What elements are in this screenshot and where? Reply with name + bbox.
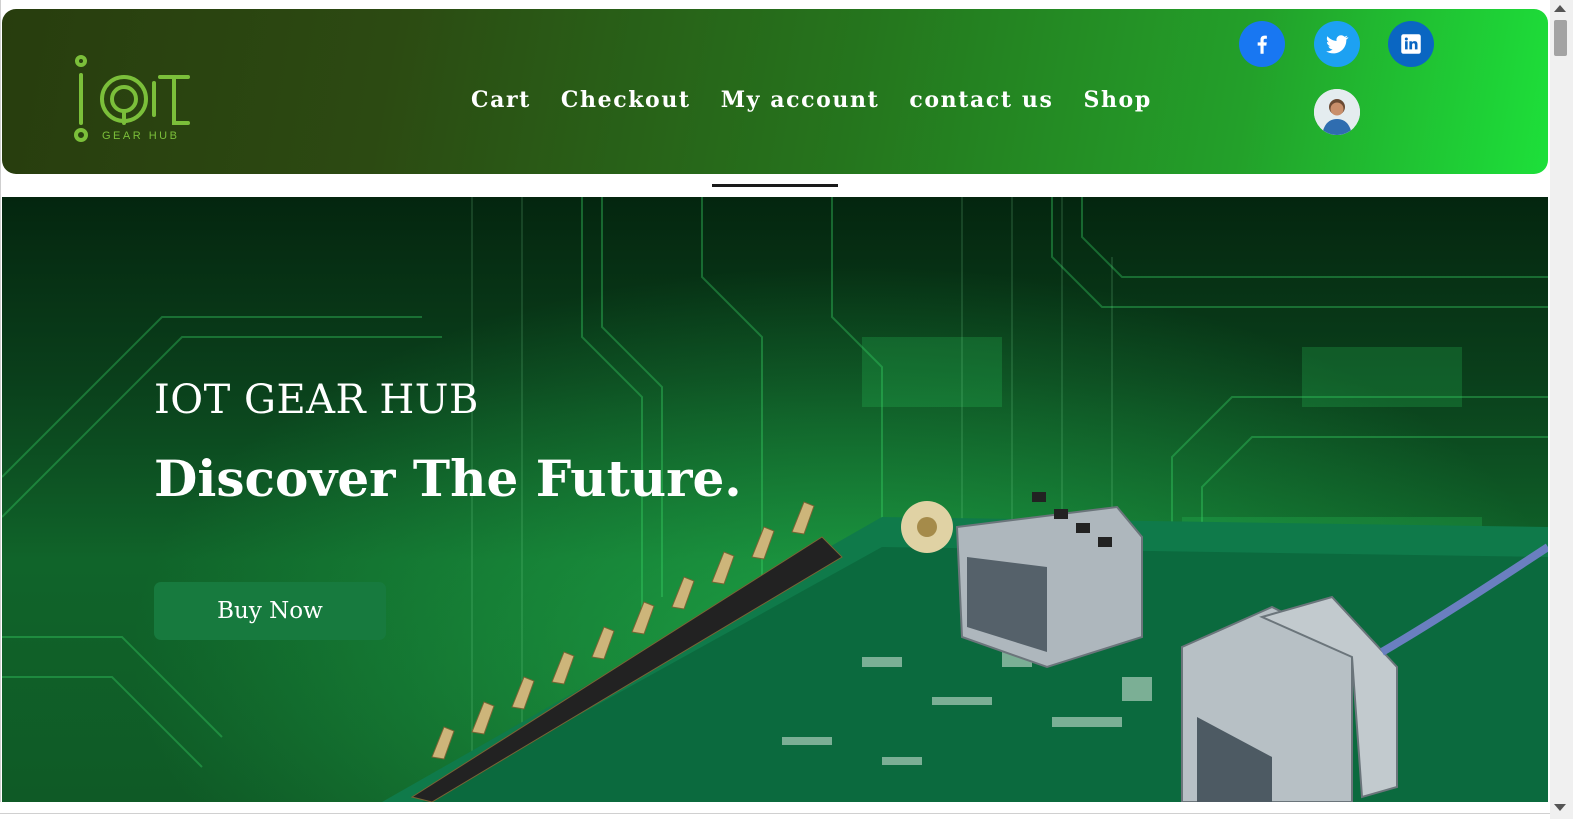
linkedin-icon[interactable] (1388, 21, 1434, 67)
nav-contact-us[interactable]: contact us (909, 87, 1053, 113)
scroll-down-arrow-icon[interactable] (1554, 804, 1566, 811)
nav-cart[interactable]: Cart (471, 87, 531, 113)
page-frame: GEAR HUB Cart Checkout My account contac… (0, 0, 1549, 802)
page-bottom-border (0, 813, 1550, 814)
buy-now-button[interactable]: Buy Now (154, 582, 386, 640)
facebook-icon[interactable] (1239, 21, 1285, 67)
main-nav: Cart Checkout My account contact us Shop (471, 83, 1182, 117)
vertical-scrollbar[interactable] (1550, 0, 1573, 819)
scrollbar-thumb[interactable] (1554, 20, 1567, 56)
section-divider (712, 184, 838, 187)
hero-banner: IOT GEAR HUB Discover The Future. Buy No… (2, 197, 1548, 802)
scroll-up-arrow-icon[interactable] (1554, 5, 1566, 12)
nav-shop[interactable]: Shop (1083, 87, 1151, 113)
hero-title: IOT GEAR HUB (154, 377, 479, 423)
nav-my-account[interactable]: My account (721, 87, 880, 113)
logo[interactable]: GEAR HUB (68, 53, 192, 145)
user-avatar[interactable] (1314, 89, 1360, 135)
logo-tagline: GEAR HUB (102, 130, 179, 142)
hero-subtitle: Discover The Future. (154, 449, 742, 508)
nav-checkout[interactable]: Checkout (561, 87, 691, 113)
site-header: GEAR HUB Cart Checkout My account contac… (2, 9, 1548, 174)
twitter-icon[interactable] (1314, 21, 1360, 67)
